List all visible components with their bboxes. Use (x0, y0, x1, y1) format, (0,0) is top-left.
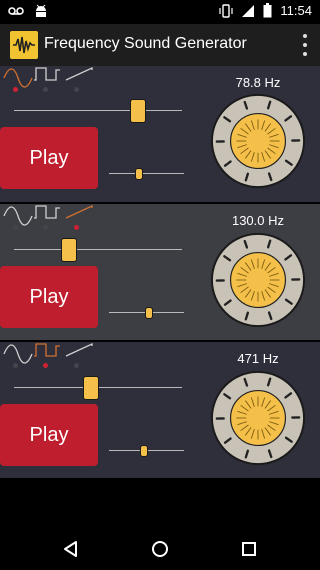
status-time: 11:54 (280, 3, 312, 18)
frequency-slider-thumb[interactable] (130, 99, 146, 123)
volume-slider-thumb[interactable] (135, 168, 143, 180)
frequency-slider-thumb[interactable] (83, 376, 99, 400)
app-bar: Frequency Sound Generator (0, 24, 320, 66)
frequency-label: 471 Hz (237, 351, 279, 366)
wave-indicator-sine (13, 225, 18, 230)
wave-indicator-sawtooth (74, 363, 79, 368)
wave-indicator-square (43, 363, 48, 368)
wave-indicator-sawtooth (74, 225, 79, 230)
wave-indicator-square (43, 225, 48, 230)
wave-indicator-sine (13, 87, 18, 92)
frequency-knob[interactable] (209, 92, 307, 190)
frequency-label: 130.0 Hz (231, 213, 285, 228)
signal-icon (242, 4, 255, 17)
sawtooth-wave-icon[interactable] (65, 66, 93, 81)
play-button[interactable]: Play (0, 266, 98, 328)
play-button[interactable]: Play (0, 404, 98, 466)
recents-icon[interactable] (239, 539, 259, 559)
frequency-slider[interactable] (14, 249, 182, 250)
wave-indicator-sine (13, 363, 18, 368)
sawtooth-wave-icon[interactable] (65, 342, 93, 357)
back-icon[interactable] (61, 539, 81, 559)
generator-panel-2: Play 130.0 Hz (0, 204, 320, 340)
overflow-menu-icon[interactable] (300, 34, 310, 56)
system-nav-bar (0, 528, 320, 570)
vibrate-icon (219, 3, 234, 18)
frequency-slider-thumb[interactable] (61, 238, 77, 262)
play-button[interactable]: Play (0, 127, 98, 189)
volume-slider-thumb[interactable] (140, 445, 148, 457)
sine-wave-icon[interactable] (3, 344, 33, 364)
volume-slider[interactable] (109, 173, 184, 174)
android-icon (36, 4, 46, 17)
frequency-knob[interactable] (209, 231, 307, 329)
battery-icon (263, 3, 272, 18)
generator-panel-3: Play 471 Hz (0, 342, 320, 478)
voicemail-icon (8, 7, 24, 15)
volume-slider-thumb[interactable] (145, 307, 153, 319)
app-title: Frequency Sound Generator (44, 35, 247, 52)
sine-wave-icon[interactable] (3, 206, 33, 226)
wave-indicator-sawtooth (74, 87, 79, 92)
frequency-knob[interactable] (209, 369, 307, 467)
sine-wave-icon[interactable] (3, 68, 33, 88)
generator-panel-1: Play 78.8 Hz (0, 66, 320, 202)
square-wave-icon[interactable] (34, 205, 60, 219)
frequency-slider[interactable] (14, 110, 182, 111)
square-wave-icon[interactable] (34, 343, 60, 357)
home-icon[interactable] (150, 539, 170, 559)
square-wave-icon[interactable] (34, 67, 60, 81)
sawtooth-wave-icon[interactable] (65, 204, 93, 219)
frequency-label: 78.8 Hz (235, 75, 281, 90)
app-logo-icon (10, 31, 38, 59)
wave-indicator-square (43, 87, 48, 92)
status-bar: 11:54 (0, 0, 320, 24)
